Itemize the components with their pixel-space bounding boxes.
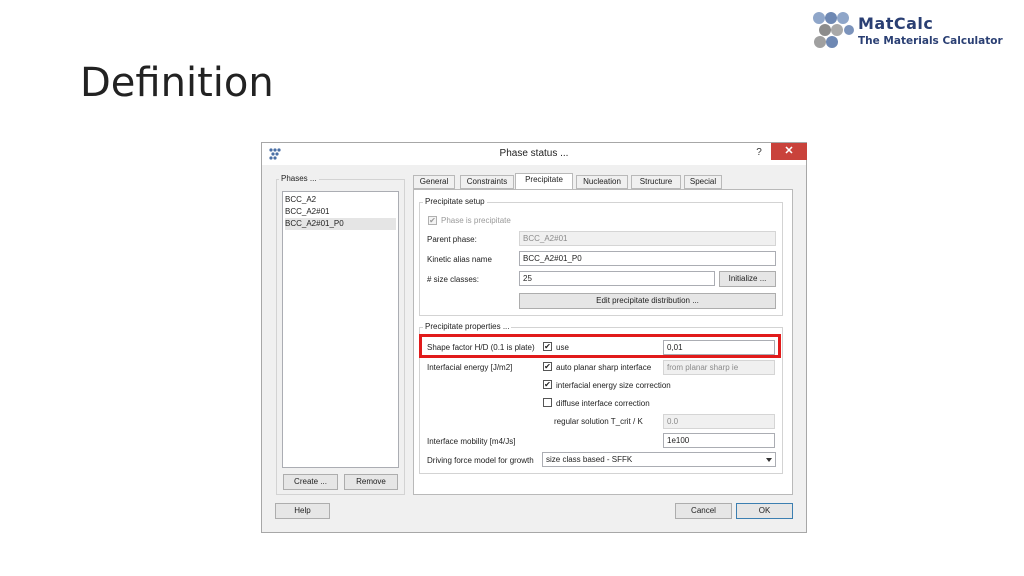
dialog-titlebar: Phase status ... ? ✕ xyxy=(262,143,807,165)
ok-button[interactable]: OK xyxy=(736,503,793,519)
size-correction-checkbox[interactable]: ✔ xyxy=(543,380,552,389)
phases-group-title: Phases ... xyxy=(279,174,319,183)
close-button[interactable]: ✕ xyxy=(771,143,807,160)
parent-phase-field: BCC_A2#01 xyxy=(519,231,776,246)
precipitate-properties-title: Precipitate properties ... xyxy=(423,322,512,331)
auto-planar-checkbox[interactable]: ✔ xyxy=(543,362,552,371)
edit-distribution-button[interactable]: Edit precipitate distribution ... xyxy=(519,293,776,309)
list-item[interactable]: BCC_A2 xyxy=(285,194,337,206)
phases-list[interactable]: BCC_A2 BCC_A2#01 BCC_A2#01_P0 xyxy=(282,191,399,468)
dialog-title: Phase status ... xyxy=(499,148,569,159)
logo-line2: The Materials Calculator xyxy=(858,35,1003,47)
logo-line1: MatCalc xyxy=(858,14,934,33)
regular-solution-field: 0.0 xyxy=(663,414,775,429)
driving-force-label: Driving force model for growth xyxy=(427,456,534,465)
mobility-label: Interface mobility [m4/Js] xyxy=(427,437,516,446)
diffuse-label: diffuse interface correction xyxy=(556,399,650,408)
precipitate-setup-title: Precipitate setup xyxy=(423,197,487,206)
size-classes-field[interactable]: 25 xyxy=(519,271,715,286)
tab-constraints[interactable]: Constraints xyxy=(460,175,514,189)
list-item[interactable]: BCC_A2#01 xyxy=(285,206,337,218)
mobility-field[interactable]: 1e100 xyxy=(663,433,775,448)
slide-title: Definition xyxy=(80,60,274,106)
tab-nucleation[interactable]: Nucleation xyxy=(576,175,628,189)
tab-special[interactable]: Special xyxy=(684,175,722,189)
help-icon[interactable]: ? xyxy=(749,145,769,161)
kinetic-alias-field[interactable]: BCC_A2#01_P0 xyxy=(519,251,776,266)
driving-force-value: size class based - SFFK xyxy=(546,455,633,464)
help-button[interactable]: Help xyxy=(275,503,330,519)
create-phase-button[interactable]: Create ... xyxy=(283,474,338,490)
kinetic-alias-label: Kinetic alias name xyxy=(427,255,492,264)
shape-factor-highlight xyxy=(419,334,781,358)
tab-general[interactable]: General xyxy=(413,175,455,189)
initialize-button[interactable]: Initialize ... xyxy=(719,271,776,287)
tab-structure[interactable]: Structure xyxy=(631,175,681,189)
cancel-button[interactable]: Cancel xyxy=(675,503,732,519)
size-classes-label: # size classes: xyxy=(427,275,480,284)
logo-dots-icon xyxy=(813,12,854,48)
chevron-down-icon[interactable] xyxy=(766,458,772,462)
driving-force-select[interactable]: size class based - SFFK xyxy=(542,452,776,467)
matcalc-logo: MatCalc The Materials Calculator xyxy=(812,8,1018,52)
diffuse-checkbox[interactable] xyxy=(543,398,552,407)
auto-planar-field: from planar sharp ie xyxy=(663,360,775,375)
is-precipitate-label: Phase is precipitate xyxy=(441,216,511,225)
list-item-selected[interactable]: BCC_A2#01_P0 xyxy=(285,218,396,230)
parent-phase-label: Parent phase: xyxy=(427,235,477,244)
auto-planar-label: auto planar sharp interface xyxy=(556,363,652,372)
interfacial-energy-label: Interfacial energy [J/m2] xyxy=(427,363,513,372)
remove-phase-button[interactable]: Remove xyxy=(344,474,398,490)
regular-solution-label: regular solution T_crit / K xyxy=(554,417,643,426)
size-correction-label: interfacial energy size correction xyxy=(556,381,671,390)
tab-precipitate[interactable]: Precipitate xyxy=(515,173,573,190)
is-precipitate-checkbox: ✔ xyxy=(428,216,437,225)
